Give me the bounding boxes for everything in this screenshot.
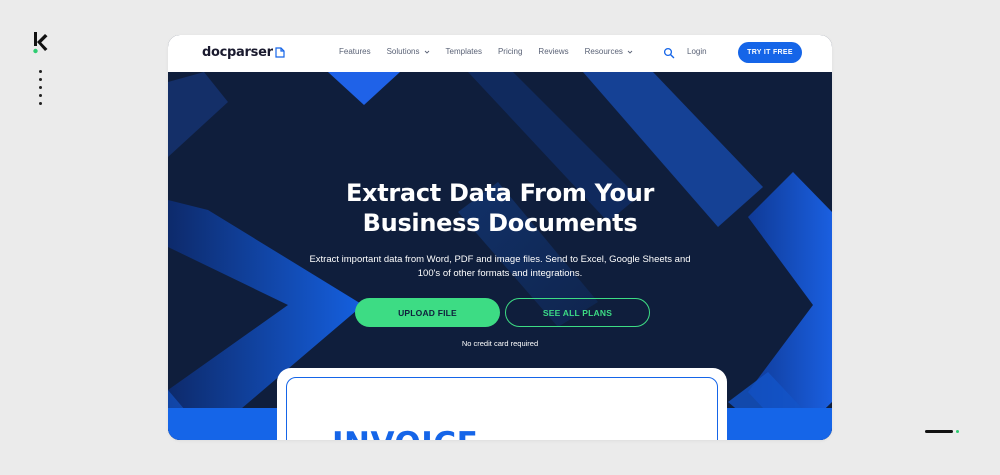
invoice-title: INVOICE [332,426,478,440]
try-it-free-button[interactable]: TRY IT FREE [738,42,802,63]
nav-item-solutions[interactable]: Solutions [387,47,430,56]
docparser-logo[interactable]: doc parser [202,45,285,60]
brand-name-parser: parser [227,45,273,60]
invoice-frame: INVOICE [286,377,718,440]
chevron-down-icon [627,50,633,54]
headline-line-2: Business Documents [362,209,638,237]
top-navigation: doc parser Features Solutions Templates P… [168,35,832,72]
document-icon [275,47,285,58]
hero-headline: Extract Data From Your Business Document… [168,178,832,238]
invoice-preview: INVOICE [277,368,727,440]
bottom-dot-decoration [956,430,959,433]
nav-item-reviews[interactable]: Reviews [538,47,568,56]
nav-item-label: Features [339,47,371,56]
search-icon[interactable] [663,47,675,59]
main-menu: Features Solutions Templates Pricing Rev… [339,47,649,56]
hero-section: Extract Data From Your Business Document… [168,72,832,440]
nav-item-resources[interactable]: Resources [585,47,633,56]
subtext-line-2: 100's of other formats and integrations. [417,268,583,279]
nav-item-pricing[interactable]: Pricing [498,47,522,56]
brand-name-doc: doc [202,45,228,60]
chevron-down-icon [424,50,429,54]
nav-item-label: Pricing [497,47,523,56]
upload-file-button[interactable]: UPLOAD FILE [355,298,500,327]
hero-subtext: Extract important data from Word, PDF an… [308,253,692,281]
nav-item-templates[interactable]: Templates [446,47,482,56]
nav-item-label: Resources [584,47,623,56]
no-credit-card-note: No credit card required [461,339,539,348]
headline-line-1: Extract Data From Your [345,179,655,207]
k-logo-icon [33,32,48,54]
subtext-line-1: Extract important data from Word, PDF an… [309,254,691,265]
nav-item-features[interactable]: Features [339,47,371,56]
see-all-plans-button[interactable]: SEE ALL PLANS [505,298,650,327]
login-link[interactable]: Login [687,47,707,56]
nav-item-label: Templates [445,47,482,56]
nav-item-label: Reviews [538,47,569,56]
website-preview-card: doc parser Features Solutions Templates P… [168,35,832,440]
bottom-line-decoration [925,430,953,433]
nav-item-label: Solutions [386,47,420,56]
side-dots-decoration [39,70,43,110]
